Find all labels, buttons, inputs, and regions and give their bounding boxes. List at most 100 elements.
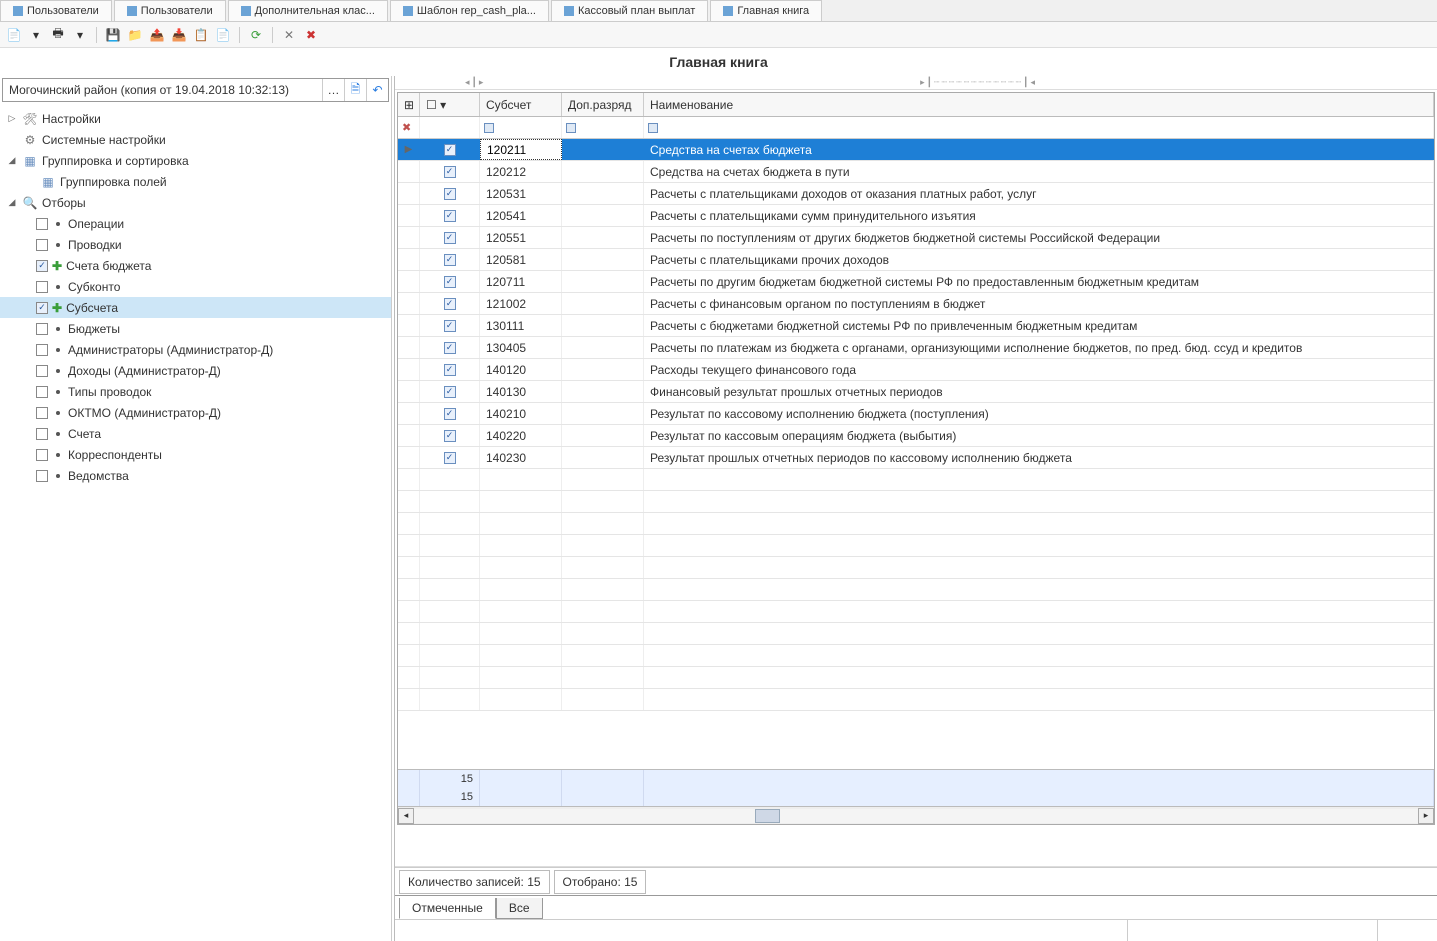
scroll-left-button[interactable]: ◂	[398, 808, 414, 824]
document-tab[interactable]: Кассовый план выплат	[551, 0, 708, 21]
copy-button[interactable]: 📋	[191, 25, 211, 45]
table-row[interactable]: ✓121002Расчеты с финансовым органом по п…	[398, 293, 1434, 315]
table-row[interactable]: ✓130405Расчеты по платежам из бюджета с …	[398, 337, 1434, 359]
row-checkbox[interactable]: ✓	[444, 210, 456, 222]
row-checkbox[interactable]: ✓	[444, 452, 456, 464]
checkbox[interactable]	[36, 218, 48, 230]
pin-icon[interactable]: ✖	[402, 121, 411, 134]
tree-node[interactable]: ◢▦Группировка и сортировка	[0, 150, 391, 171]
column-extra[interactable]: Доп.разряд	[562, 93, 644, 116]
tree-node[interactable]: ◢🔍Отборы	[0, 192, 391, 213]
grid-body[interactable]: ▶✓120211Средства на счетах бюджета✓12021…	[398, 139, 1434, 769]
save-button[interactable]: 💾	[103, 25, 123, 45]
tab-all[interactable]: Все	[496, 898, 543, 919]
import-button[interactable]: 📥	[169, 25, 189, 45]
scroll-thumb[interactable]	[755, 809, 780, 823]
tree-node[interactable]: Счета	[0, 423, 391, 444]
document-tab[interactable]: Пользователи	[0, 0, 112, 21]
checkbox[interactable]	[36, 344, 48, 356]
print-button[interactable]: 🖶	[48, 25, 68, 45]
document-tab[interactable]: Главная книга	[710, 0, 822, 21]
table-row[interactable]: ✓120531Расчеты с плательщиками доходов о…	[398, 183, 1434, 205]
row-checkbox[interactable]: ✓	[444, 386, 456, 398]
column-selector-button[interactable]: ⊞	[398, 93, 420, 116]
checkbox[interactable]	[36, 407, 48, 419]
tree-node[interactable]: Корреспонденты	[0, 444, 391, 465]
row-checkbox[interactable]: ✓	[444, 342, 456, 354]
tree-node[interactable]: ✓✚Счета бюджета	[0, 255, 391, 276]
tree-node[interactable]: ✓✚Субсчета	[0, 297, 391, 318]
table-row[interactable]: ✓140230Результат прошлых отчетных период…	[398, 447, 1434, 469]
expand-icon[interactable]: ◢	[6, 155, 18, 166]
checkbox[interactable]	[36, 470, 48, 482]
row-checkbox[interactable]: ✓	[444, 144, 456, 156]
table-row[interactable]: ✓120212Средства на счетах бюджета в пути	[398, 161, 1434, 183]
table-row[interactable]: ✓120581Расчеты с плательщиками прочих до…	[398, 249, 1434, 271]
row-checkbox[interactable]: ✓	[444, 298, 456, 310]
checkbox[interactable]	[36, 386, 48, 398]
tree-node[interactable]: ▦Группировка полей	[0, 171, 391, 192]
checkbox[interactable]: ✓	[36, 302, 48, 314]
new-page-button[interactable]: 🗎	[344, 79, 366, 101]
new-doc-button[interactable]: 📄	[4, 25, 24, 45]
tree-node[interactable]: Проводки	[0, 234, 391, 255]
filter-box-icon[interactable]	[484, 123, 494, 133]
column-name[interactable]: Наименование	[644, 93, 1434, 116]
expand-icon[interactable]: ▷	[6, 113, 18, 124]
tree-node[interactable]: ⚙Системные настройки	[0, 129, 391, 150]
checkbox[interactable]	[36, 428, 48, 440]
column-subaccount[interactable]: Субсчет	[480, 93, 562, 116]
checkbox[interactable]	[36, 449, 48, 461]
tree-node[interactable]: Администраторы (Администратор-Д)	[0, 339, 391, 360]
table-row[interactable]: ✓120541Расчеты с плательщиками сумм прин…	[398, 205, 1434, 227]
tree-node[interactable]: ОКТМО (Администратор-Д)	[0, 402, 391, 423]
settings-button[interactable]: ✕	[279, 25, 299, 45]
checkbox[interactable]	[36, 239, 48, 251]
row-checkbox[interactable]: ✓	[444, 276, 456, 288]
table-row[interactable]: ✓140220Результат по кассовым операциям б…	[398, 425, 1434, 447]
column-check[interactable]: ☐ ▾	[420, 93, 480, 116]
checkbox[interactable]	[36, 365, 48, 377]
checkbox[interactable]: ✓	[36, 260, 48, 272]
row-checkbox[interactable]: ✓	[444, 320, 456, 332]
expand-icon[interactable]: ◢	[6, 197, 18, 208]
browse-button[interactable]: …	[322, 79, 344, 101]
scroll-right-button[interactable]: ▸	[1418, 808, 1434, 824]
tree-node[interactable]: ▷🛠Настройки	[0, 108, 391, 129]
tree-node[interactable]: Типы проводок	[0, 381, 391, 402]
tab-marked[interactable]: Отмеченные	[399, 898, 496, 919]
document-tab[interactable]: Дополнительная клас...	[228, 0, 388, 21]
table-row[interactable]: ▶✓120211Средства на счетах бюджета	[398, 139, 1434, 161]
paste-button[interactable]: 📄	[213, 25, 233, 45]
dropdown-arrow-icon[interactable]: ▾	[26, 25, 46, 45]
row-checkbox[interactable]: ✓	[444, 232, 456, 244]
table-row[interactable]: ✓140130Финансовый результат прошлых отче…	[398, 381, 1434, 403]
export-button[interactable]: 📤	[147, 25, 167, 45]
tree-node[interactable]: Ведомства	[0, 465, 391, 486]
tree-node[interactable]: Бюджеты	[0, 318, 391, 339]
row-checkbox[interactable]: ✓	[444, 364, 456, 376]
checkbox[interactable]	[36, 281, 48, 293]
undo-button[interactable]: ↶	[366, 79, 388, 101]
document-tab[interactable]: Шаблон rep_cash_pla...	[390, 0, 549, 21]
table-row[interactable]: ✓120711Расчеты по другим бюджетам бюджет…	[398, 271, 1434, 293]
row-checkbox[interactable]: ✓	[444, 254, 456, 266]
refresh-button[interactable]: ⟳	[246, 25, 266, 45]
splitter-top[interactable]: ◂┃▸ ▸┃┈┈┈┈┈┈┈┈┈┈┈┈┃◂	[395, 76, 1437, 90]
table-row[interactable]: ✓140210Результат по кассовому исполнению…	[398, 403, 1434, 425]
table-row[interactable]: ✓130111Расчеты с бюджетами бюджетной сис…	[398, 315, 1434, 337]
row-checkbox[interactable]: ✓	[444, 166, 456, 178]
table-row[interactable]: ✓140120Расходы текущего финансового года	[398, 359, 1434, 381]
filter-box-icon[interactable]	[648, 123, 658, 133]
filter-box-icon[interactable]	[566, 123, 576, 133]
tree-node[interactable]: Доходы (Администратор-Д)	[0, 360, 391, 381]
table-row[interactable]: ✓120551Расчеты по поступлениям от других…	[398, 227, 1434, 249]
row-checkbox[interactable]: ✓	[444, 408, 456, 420]
tree-node[interactable]: Операции	[0, 213, 391, 234]
tree-node[interactable]: Субконто	[0, 276, 391, 297]
close-button[interactable]: ✖	[301, 25, 321, 45]
checkbox[interactable]	[36, 323, 48, 335]
folder-button[interactable]: 📁	[125, 25, 145, 45]
row-checkbox[interactable]: ✓	[444, 188, 456, 200]
horizontal-scrollbar[interactable]: ◂ ▸	[398, 806, 1434, 824]
